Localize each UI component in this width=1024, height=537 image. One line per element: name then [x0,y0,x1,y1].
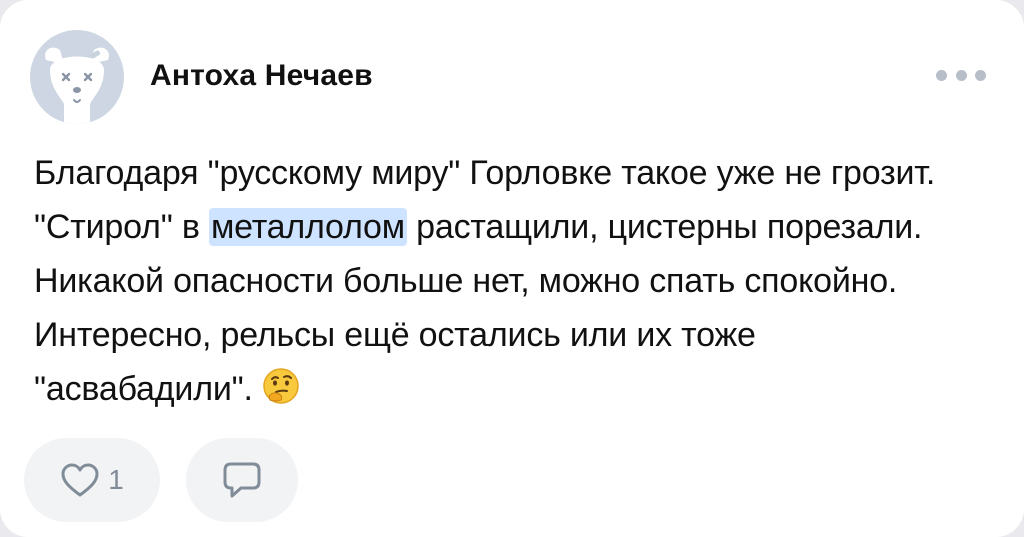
more-dot-2 [955,69,967,81]
comment-bubble-icon [223,462,261,498]
thinking-face-icon [261,366,301,422]
post-text: Благодаря "русскому миру" Горловке такое… [34,146,974,422]
highlighted-link[interactable]: металлолом [208,208,407,246]
more-dot-3 [975,69,986,81]
author-name[interactable]: Антоха Нечаев [150,58,373,94]
dog-avatar-icon [45,47,109,124]
more-dots-icon [936,69,947,81]
like-count: 1 [108,464,124,495]
more-options-button[interactable] [936,64,986,86]
avatar[interactable] [30,30,124,124]
like-button[interactable]: 1 [24,438,160,522]
post-card: Антоха Нечаев Благодаря "русскому миру" … [0,0,1024,537]
comment-button[interactable] [186,438,298,522]
heart-outline-icon [61,463,99,497]
